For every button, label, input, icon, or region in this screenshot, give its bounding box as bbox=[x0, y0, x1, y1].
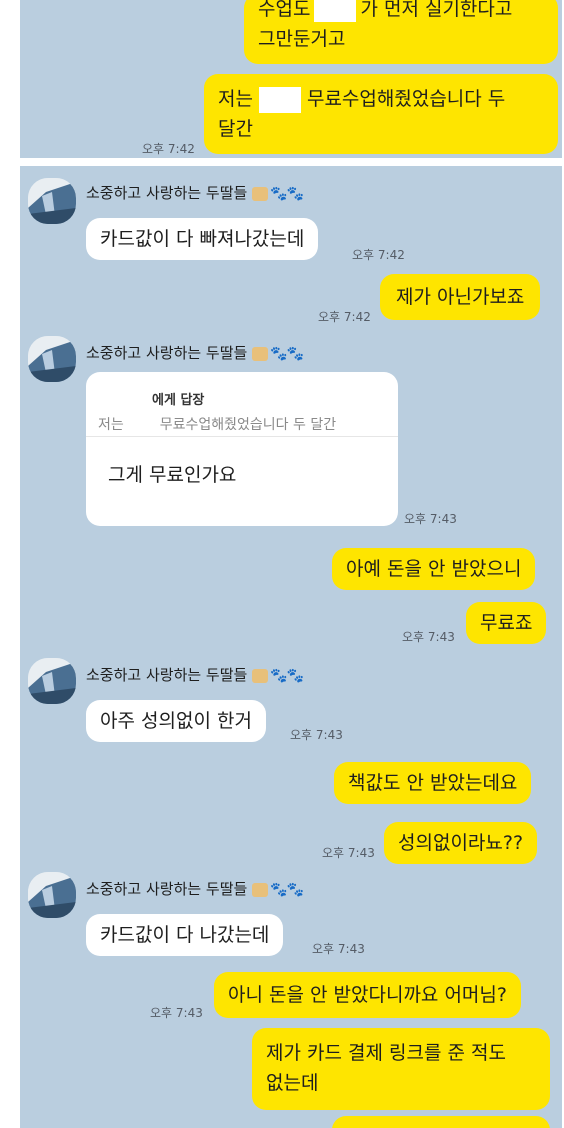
contact-name: 소중하고 사랑하는 두딸들 🐾🐾 bbox=[86, 184, 304, 202]
avatar[interactable] bbox=[28, 178, 76, 224]
avatar[interactable] bbox=[28, 872, 76, 918]
chat-screenshot-top: 수업도 가 먼저 실기한다고 그만둔거고 저는 무료수업해줬었습니다 두 달간 오후… bbox=[20, 0, 562, 158]
reply-text: 그게 무료인가요 bbox=[108, 464, 237, 486]
screenshot-divider bbox=[0, 158, 564, 166]
message-time: 오후 7:43 bbox=[404, 512, 457, 526]
received-message-bubble[interactable]: 카드값이 다 나갔는데 bbox=[86, 914, 284, 956]
sent-message-bubble[interactable]: 저는 무료수업해줬었습니다 두 달간 bbox=[204, 74, 558, 154]
redacted-block bbox=[258, 86, 301, 113]
contact-name: 소중하고 사랑하는 두딸들 🐾🐾 bbox=[86, 344, 304, 362]
chat-screenshot-bottom: 소중하고 사랑하는 두딸들 🐾🐾 카드값이 다 빠져나갔는데 오후 7:42 제… bbox=[20, 166, 562, 1128]
message-time: 오후 7:43 bbox=[322, 846, 375, 860]
sent-message-bubble[interactable]: 아예 돈을 안 받았으니 bbox=[332, 548, 536, 590]
message-time: 오후 7:42 bbox=[142, 142, 195, 156]
message-time: 오후 7:42 bbox=[352, 248, 405, 262]
sent-message-bubble[interactable]: 수업도 가 먼저 실기한다고 그만둔거고 bbox=[244, 0, 558, 64]
message-time: 오후 7:43 bbox=[402, 630, 455, 644]
sent-message-bubble[interactable]: 무료죠 bbox=[466, 602, 547, 644]
sent-message-bubble[interactable]: 책값도 안 받았는데요 bbox=[334, 762, 532, 804]
contact-name: 소중하고 사랑하는 두딸들 🐾🐾 bbox=[86, 666, 304, 684]
sent-message-bubble[interactable]: 아니 돈을 안 받았다니까요 어머님? bbox=[214, 972, 521, 1018]
sent-message-bubble[interactable]: 제가 아닌가보죠 bbox=[380, 274, 541, 320]
contact-name: 소중하고 사랑하는 두딸들 🐾🐾 bbox=[86, 880, 304, 898]
sent-message-bubble-partial[interactable] bbox=[332, 1116, 550, 1128]
message-time: 오후 7:43 bbox=[312, 942, 365, 956]
reply-divider bbox=[86, 436, 398, 437]
message-time: 오후 7:43 bbox=[290, 728, 343, 742]
sent-message-bubble[interactable]: 제가 카드 결제 링크를 준 적도 없는데 bbox=[252, 1028, 550, 1110]
avatar[interactable] bbox=[28, 336, 76, 382]
avatar[interactable] bbox=[28, 658, 76, 704]
received-message-bubble[interactable]: 아주 성의없이 한거 bbox=[86, 700, 266, 742]
sent-message-bubble[interactable]: 성의없이라뇨?? bbox=[384, 822, 538, 864]
message-time: 오후 7:42 bbox=[318, 310, 371, 324]
paw-emoji-icon: 🐾🐾 bbox=[252, 186, 304, 202]
paw-emoji-icon: 🐾🐾 bbox=[252, 346, 304, 362]
received-message-bubble[interactable]: 카드값이 다 빠져나갔는데 bbox=[86, 218, 319, 260]
reply-message-bubble[interactable]: 에게 답장 저는 무료수업해줬었습니다 두 달간 그게 무료인가요 bbox=[86, 372, 398, 526]
paw-emoji-icon: 🐾🐾 bbox=[252, 668, 304, 684]
message-time: 오후 7:43 bbox=[150, 1006, 203, 1020]
paw-emoji-icon: 🐾🐾 bbox=[252, 882, 304, 898]
redacted-block bbox=[314, 0, 357, 22]
